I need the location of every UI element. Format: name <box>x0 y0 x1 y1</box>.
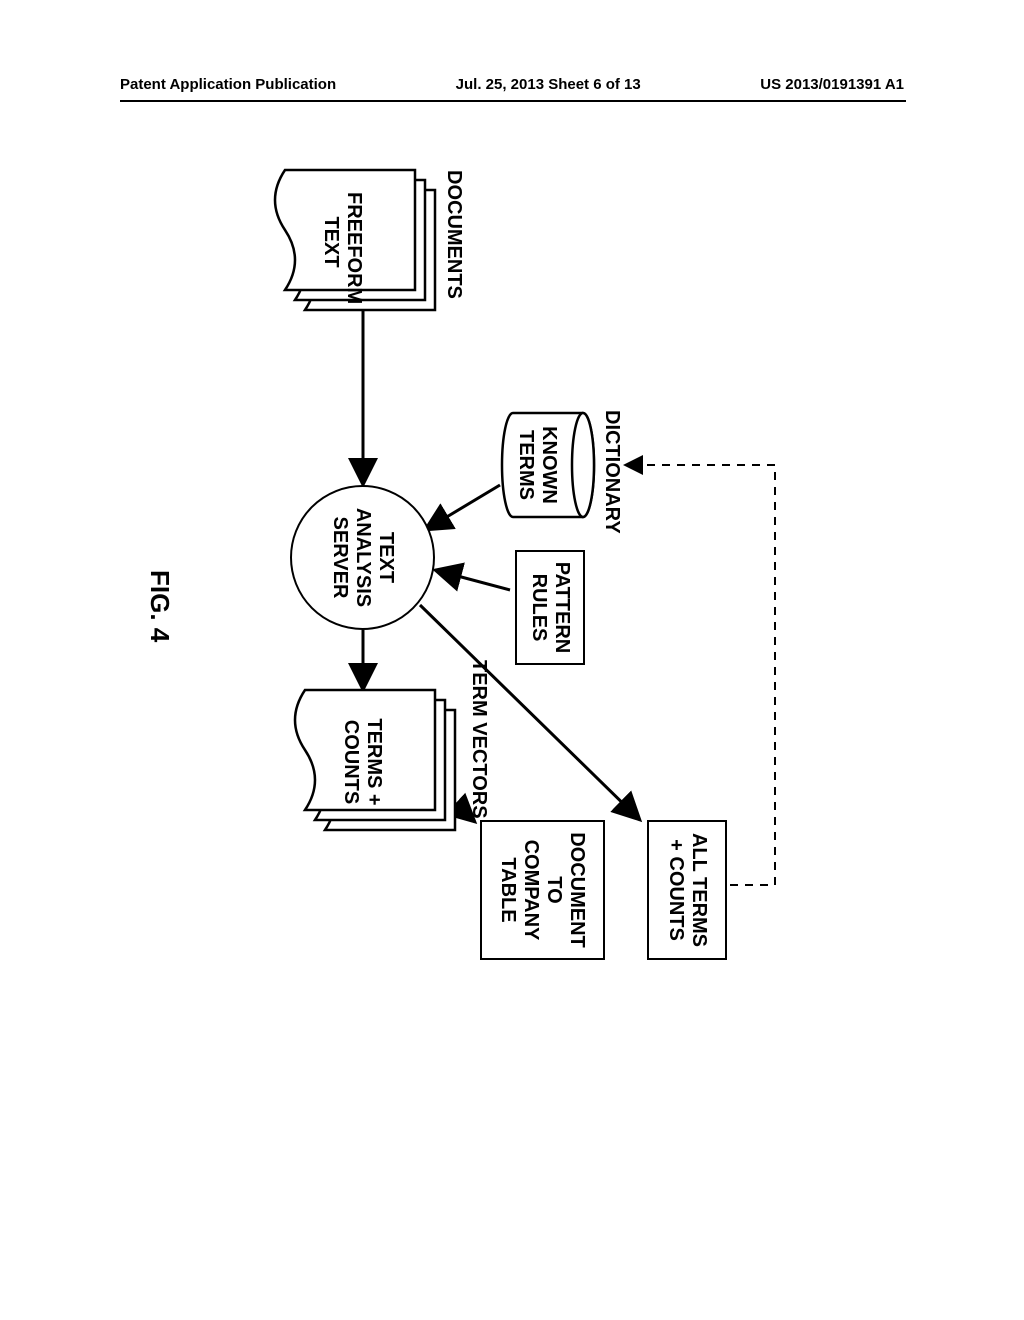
page-header: Patent Application Publication Jul. 25, … <box>0 76 1024 93</box>
documents-label: DOCUMENTS <box>442 170 465 299</box>
header-rule <box>120 100 906 102</box>
term-vectors-stack: TERMS + COUNTS <box>300 690 455 825</box>
doc-to-company-table-node: DOCUMENT TO COMPANY TABLE <box>480 820 605 960</box>
figure-diagram: DOCUMENTS FREEFORM TEXT DICTIONARY KNOWN… <box>45 260 945 960</box>
documents-stack: FREEFORM TEXT <box>280 170 435 305</box>
header-center: Jul. 25, 2013 Sheet 6 of 13 <box>456 76 641 93</box>
figure-label: FIG. 4 <box>144 570 175 642</box>
term-vectors-label: TERM VECTORS <box>467 660 490 819</box>
terms-counts-node: TERMS + COUNTS <box>339 712 385 812</box>
dictionary-label: DICTIONARY <box>600 410 623 534</box>
pattern-rules-node: PATTERN RULES <box>515 550 585 665</box>
header-left: Patent Application Publication <box>120 76 336 93</box>
all-terms-counts-node: ALL TERMS + COUNTS <box>647 820 727 960</box>
freeform-text-node: FREEFORM TEXT <box>319 192 365 292</box>
known-terms-cylinder: KNOWN TERMS <box>500 410 595 520</box>
header-right: US 2013/0191391 A1 <box>760 76 904 93</box>
text-analysis-server-node: TEXT ANALYSIS SERVER <box>290 485 435 630</box>
known-terms-node: KNOWN TERMS <box>514 425 560 505</box>
